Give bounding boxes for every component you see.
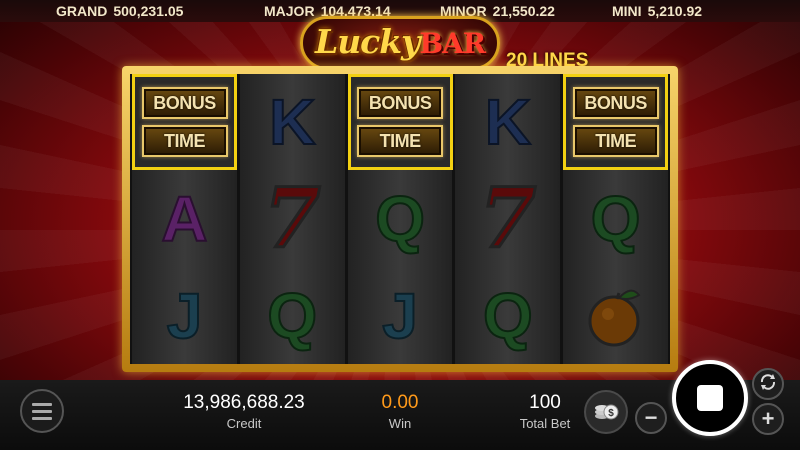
bonus-plate-label: BONUS [572, 87, 659, 119]
symbol-seven: 7 [262, 171, 322, 267]
reel-1: BONUS TIME A J [132, 74, 237, 364]
menu-icon [32, 402, 52, 420]
reel-area: BONUS TIME A J K 7 Q BONUS TIME Q J K 7 Q BONUS TIME Q [130, 74, 670, 364]
logo-word-lucky: Lucky [314, 22, 420, 61]
reel-symbol: K [240, 74, 345, 170]
reel-symbol: Q [455, 268, 560, 364]
reel-5: BONUS TIME Q [563, 74, 669, 364]
jackpot-mini-label: MINI [612, 3, 642, 19]
reel-symbol: K [455, 74, 560, 170]
time-plate-label: TIME [141, 125, 228, 157]
bonus-time-symbol: BONUS TIME [132, 74, 237, 170]
symbol-j: J [381, 280, 419, 352]
credit-stat: 13,986,688.23 Credit [164, 392, 324, 431]
reel-symbol: 7 [455, 171, 560, 267]
logo-word-bar: BAR [419, 27, 486, 60]
symbol-k: K [268, 86, 316, 158]
reel-4: K 7 Q [455, 74, 561, 364]
symbol-q: Q [266, 280, 318, 352]
reel-symbol: 7 [240, 171, 345, 267]
reel-2: K 7 Q [239, 74, 345, 364]
autoplay-button[interactable] [752, 368, 784, 400]
bonus-plate-label: BONUS [141, 87, 228, 119]
symbol-a: A [160, 183, 208, 255]
decrease-bet-button[interactable]: − [635, 402, 667, 434]
jackpot-grand-value: 500,231.05 [113, 3, 184, 19]
orange-icon [581, 281, 651, 351]
reel-symbol: J [348, 268, 453, 364]
plus-icon: + [761, 406, 775, 431]
minus-icon: − [644, 405, 658, 430]
logo-title: LuckyBAR [300, 22, 500, 61]
jackpot-mini: MINI 5,210.92 [612, 3, 702, 19]
win-stat: 0.00 Win [360, 392, 440, 431]
coins-icon: $ [593, 398, 619, 427]
menu-button[interactable] [20, 389, 64, 433]
bonus-time-symbol: BONUS TIME [563, 74, 669, 170]
jackpot-mini-value: 5,210.92 [647, 3, 703, 19]
reel-3: BONUS TIME Q J [347, 74, 453, 364]
symbol-q: Q [590, 183, 642, 255]
spin-stop-button[interactable] [672, 360, 748, 436]
increase-bet-button[interactable]: + [752, 403, 784, 435]
win-value: 0.00 [381, 392, 419, 413]
reel-frame: BONUS TIME A J K 7 Q BONUS TIME Q J K 7 Q BONUS TIME Q [122, 66, 678, 372]
jackpot-grand: GRAND 500,231.05 [56, 3, 183, 19]
reel-symbol: Q [240, 268, 345, 364]
reel-symbol [563, 268, 668, 364]
bonus-plate-label: BONUS [357, 87, 444, 119]
win-label: Win [388, 416, 412, 431]
symbol-j: J [166, 280, 204, 352]
reel-symbol: Q [348, 171, 453, 267]
time-plate-label: TIME [572, 125, 659, 157]
bet-coins-button[interactable]: $ [584, 390, 628, 434]
total-bet-label: Total Bet [519, 416, 571, 431]
symbol-q: Q [374, 183, 426, 255]
stop-icon [697, 385, 723, 411]
bonus-time-symbol: BONUS TIME [347, 74, 453, 170]
credit-value: 13,986,688.23 [183, 392, 305, 413]
reel-symbol: J [132, 268, 237, 364]
total-bet-value: 100 [529, 392, 561, 413]
reel-symbol: Q [563, 171, 668, 267]
symbol-seven: 7 [478, 171, 538, 267]
game-screen: GRAND 500,231.05 MAJOR 104,473.14 MINOR 21,… [0, 0, 800, 450]
svg-text:$: $ [608, 408, 614, 419]
jackpot-minor-value: 21,550.22 [492, 3, 555, 19]
jackpot-grand-label: GRAND [56, 3, 108, 19]
symbol-q: Q [482, 280, 534, 352]
time-plate-label: TIME [357, 125, 444, 157]
autoplay-icon [758, 372, 778, 397]
credit-label: Credit [226, 416, 262, 431]
reel-symbol: A [132, 171, 237, 267]
symbol-k: K [484, 86, 532, 158]
total-bet-stat: 100 Total Bet [505, 392, 585, 431]
